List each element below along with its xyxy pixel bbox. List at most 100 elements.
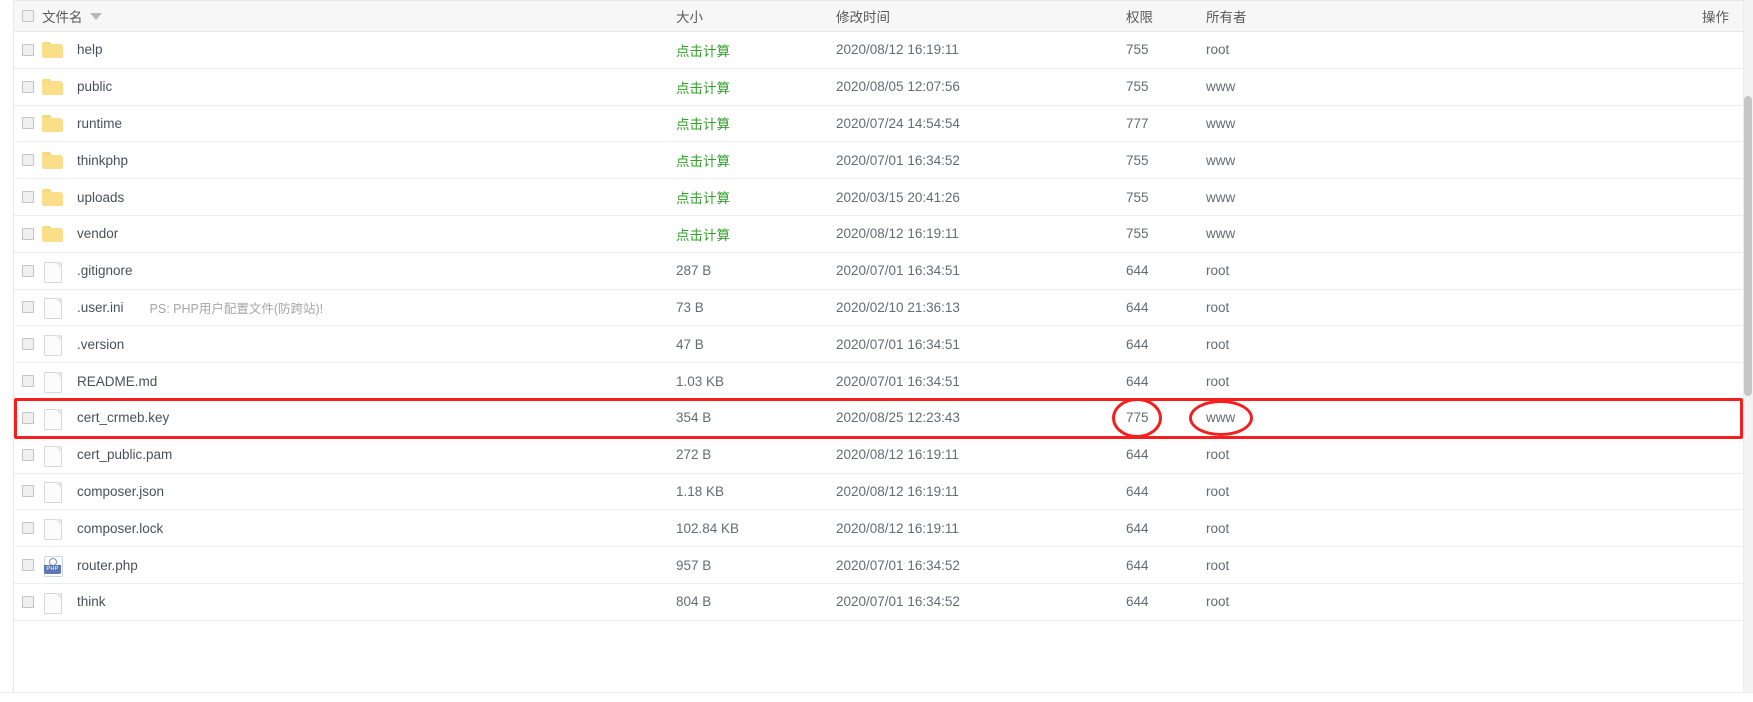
row-checkbox-cell[interactable] — [14, 326, 42, 362]
row-checkbox-cell[interactable] — [14, 437, 42, 473]
cell-operations[interactable] — [1506, 326, 1743, 362]
calculate-size-link[interactable]: 点击计算 — [676, 77, 730, 97]
row-checkbox[interactable] — [22, 595, 34, 608]
row-checkbox-cell[interactable] — [14, 253, 42, 289]
permission-value[interactable]: 644 — [1126, 300, 1149, 315]
permission-value[interactable]: 644 — [1126, 447, 1149, 462]
filename-label[interactable]: think — [77, 594, 106, 609]
table-row[interactable]: think 804 B 2020/07/01 16:34:52 644 root — [14, 583, 1743, 621]
filename-label[interactable]: .user.ini — [77, 300, 124, 315]
column-header-mtime[interactable]: 修改时间 — [836, 6, 1126, 26]
cell-size[interactable]: 点击计算 — [676, 216, 836, 252]
cell-owner[interactable]: www — [1206, 69, 1506, 105]
row-checkbox-cell[interactable] — [14, 69, 42, 105]
cell-owner[interactable]: root — [1206, 547, 1506, 583]
row-checkbox[interactable] — [22, 522, 34, 535]
filename-label[interactable]: README.md — [77, 374, 157, 389]
table-row[interactable]: composer.lock 102.84 KB 2020/08/12 16:19:1… — [14, 510, 1743, 548]
cell-owner[interactable]: root — [1206, 474, 1506, 510]
table-row[interactable]: PHP router.php 957 B 2020/07/01 16:34:52 644… — [14, 547, 1743, 584]
table-row[interactable]: public 点击计算 2020/08/05 12:07:56 755 www — [14, 68, 1743, 106]
row-checkbox[interactable] — [22, 191, 34, 204]
cell-owner[interactable]: root — [1206, 584, 1506, 620]
table-row[interactable]: .gitignore 287 B 2020/07/01 16:34:51 644 roo… — [14, 252, 1743, 290]
row-checkbox[interactable] — [22, 117, 34, 130]
cell-size[interactable]: 点击计算 — [676, 179, 836, 215]
cell-operations[interactable] — [1506, 437, 1743, 473]
row-checkbox[interactable] — [22, 485, 34, 498]
cell-owner[interactable]: root — [1206, 32, 1506, 68]
cell-owner[interactable]: root — [1206, 326, 1506, 362]
owner-value[interactable]: root — [1206, 447, 1229, 462]
row-checkbox-cell[interactable] — [14, 363, 42, 399]
row-checkbox[interactable] — [22, 227, 34, 240]
cell-operations[interactable] — [1506, 106, 1743, 142]
filename-label[interactable]: composer.lock — [77, 521, 163, 536]
filename-label[interactable]: vendor — [77, 226, 118, 241]
row-checkbox-cell[interactable] — [14, 547, 42, 583]
permission-value[interactable]: 644 — [1126, 337, 1149, 352]
select-all-checkbox-cell[interactable] — [14, 10, 42, 22]
permission-value[interactable]: 755 — [1126, 226, 1149, 241]
vertical-scrollbar-track[interactable] — [1743, 0, 1753, 702]
cell-operations[interactable] — [1506, 363, 1743, 399]
cell-operations[interactable] — [1506, 253, 1743, 289]
permission-value[interactable]: 644 — [1126, 263, 1149, 278]
cell-permission[interactable]: 644 — [1126, 326, 1206, 362]
owner-value[interactable]: root — [1206, 484, 1229, 499]
cell-filename[interactable]: composer.lock — [42, 510, 676, 546]
row-checkbox[interactable] — [22, 301, 34, 314]
filename-label[interactable]: public — [77, 79, 112, 94]
permission-value[interactable]: 644 — [1126, 558, 1149, 573]
cell-owner[interactable]: root — [1206, 363, 1506, 399]
permission-value[interactable]: 644 — [1126, 594, 1149, 609]
permission-value[interactable]: 644 — [1126, 484, 1149, 499]
row-checkbox[interactable] — [22, 80, 34, 93]
filename-label[interactable]: cert_crmeb.key — [77, 410, 169, 425]
cell-filename[interactable]: vendor — [42, 216, 676, 252]
cell-permission[interactable]: 644 — [1126, 584, 1206, 620]
cell-filename[interactable]: think — [42, 584, 676, 620]
cell-permission[interactable]: 644 — [1126, 437, 1206, 473]
table-row[interactable]: vendor 点击计算 2020/08/12 16:19:11 755 www — [14, 215, 1743, 253]
row-checkbox[interactable] — [22, 154, 34, 167]
cell-operations[interactable] — [1506, 216, 1743, 252]
cell-permission[interactable]: 755 — [1126, 69, 1206, 105]
cell-filename[interactable]: cert_public.pam — [42, 437, 676, 473]
table-row[interactable]: cert_public.pam 272 B 2020/08/12 16:19:11 6… — [14, 436, 1743, 474]
table-row[interactable]: composer.json 1.18 KB 2020/08/12 16:19:11 6… — [14, 473, 1743, 511]
cell-permission[interactable]: 644 — [1126, 253, 1206, 289]
owner-value[interactable]: www — [1206, 410, 1235, 425]
cell-operations[interactable] — [1506, 547, 1743, 583]
cell-size[interactable]: 点击计算 — [676, 142, 836, 178]
calculate-size-link[interactable]: 点击计算 — [676, 150, 730, 170]
calculate-size-link[interactable]: 点击计算 — [676, 187, 730, 207]
cell-permission[interactable]: 755 — [1126, 216, 1206, 252]
filename-label[interactable]: .version — [77, 337, 124, 352]
cell-owner[interactable]: www — [1206, 142, 1506, 178]
owner-value[interactable]: root — [1206, 558, 1229, 573]
cell-operations[interactable] — [1506, 584, 1743, 620]
cell-permission[interactable]: 775 — [1126, 400, 1206, 436]
cell-owner[interactable]: root — [1206, 510, 1506, 546]
select-all-checkbox[interactable] — [22, 10, 34, 22]
cell-operations[interactable] — [1506, 290, 1743, 326]
row-checkbox-cell[interactable] — [14, 290, 42, 326]
cell-owner[interactable]: root — [1206, 290, 1506, 326]
table-row[interactable]: cert_crmeb.key 354 B 2020/08/25 12:23:43 77… — [14, 399, 1743, 437]
cell-owner[interactable]: www — [1206, 400, 1506, 436]
row-checkbox[interactable] — [22, 448, 34, 461]
cell-operations[interactable] — [1506, 400, 1743, 436]
owner-value[interactable]: www — [1206, 153, 1235, 168]
owner-value[interactable]: root — [1206, 300, 1229, 315]
filename-label[interactable]: runtime — [77, 116, 122, 131]
calculate-size-link[interactable]: 点击计算 — [676, 40, 730, 60]
row-checkbox[interactable] — [22, 411, 34, 424]
cell-permission[interactable]: 755 — [1126, 142, 1206, 178]
row-checkbox[interactable] — [22, 338, 34, 351]
cell-permission[interactable]: 644 — [1126, 363, 1206, 399]
cell-permission[interactable]: 777 — [1126, 106, 1206, 142]
cell-owner[interactable]: root — [1206, 437, 1506, 473]
cell-permission[interactable]: 644 — [1126, 547, 1206, 583]
table-row[interactable]: .version 47 B 2020/07/01 16:34:51 644 root — [14, 326, 1743, 364]
